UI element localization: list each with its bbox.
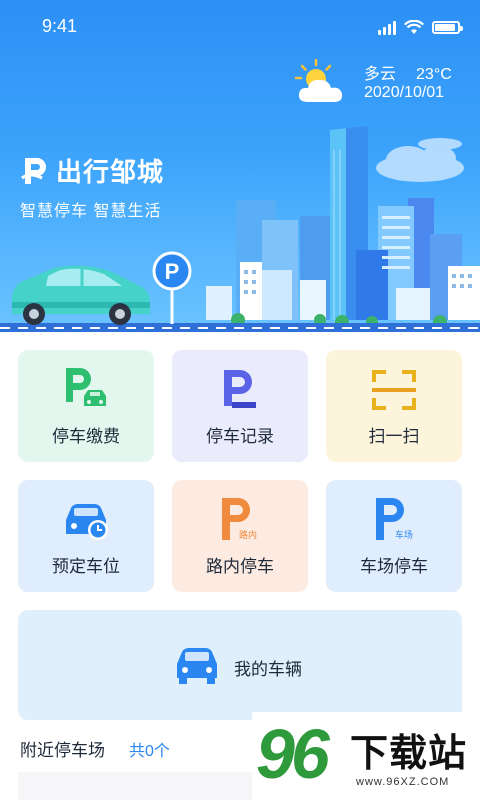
battery-icon — [432, 21, 463, 34]
my-vehicle-card[interactable]: 我的车辆 — [18, 610, 462, 720]
watermark-url: www.96XZ.COM — [356, 776, 450, 788]
street-parking-icon: 路内 — [222, 498, 257, 541]
reserve-spot-icon — [66, 504, 108, 540]
reserve-spot-label: 预定车位 — [52, 557, 120, 576]
status-bar: 9:41 — [0, 0, 480, 56]
parking-record-card[interactable]: 停车记录 — [172, 350, 308, 462]
lot-parking-card[interactable]: 车场 车场停车 — [326, 480, 462, 592]
parking-record-label: 停车记录 — [206, 427, 274, 446]
svg-text:P: P — [165, 259, 180, 284]
partly-cloudy-icon — [294, 58, 343, 102]
reserve-spot-card[interactable]: 预定车位 — [18, 480, 154, 592]
watermark-text: 下载站 — [350, 733, 468, 775]
parking-record-icon — [224, 370, 256, 408]
car-icon — [177, 648, 217, 684]
street-parking-card[interactable]: 路内 路内停车 — [172, 480, 308, 592]
signal-icon — [378, 20, 396, 35]
wifi-icon — [404, 20, 424, 34]
lot-parking-icon: 车场 — [376, 498, 413, 541]
lot-parking-label: 车场停车 — [360, 557, 428, 576]
parking-payment-label: 停车缴费 — [52, 427, 120, 446]
scan-card[interactable]: 扫一扫 — [326, 350, 462, 462]
parking-pay-icon — [66, 368, 106, 406]
status-time: 9:41 — [42, 16, 78, 36]
nearby-title: 附近停车场 — [20, 741, 105, 760]
svg-text:路内: 路内 — [239, 529, 257, 541]
site-watermark: 96 下载站 www.96XZ.COM — [252, 712, 480, 800]
svg-text:车场: 车场 — [395, 529, 413, 541]
my-vehicle-label: 我的车辆 — [234, 660, 302, 679]
parking-payment-card[interactable]: 停车缴费 — [18, 350, 154, 462]
weather-condition: 多云 — [364, 66, 397, 83]
weather-temperature: 23°C — [416, 66, 452, 83]
nearby-parking-header: 附近停车场 共0个 — [20, 736, 170, 761]
scan-label: 扫一扫 — [368, 427, 420, 446]
status-icons — [378, 20, 463, 35]
city-illustration: P — [0, 126, 480, 332]
header-banner: 9:41 多云 23°C 2020/10/01 出行邹城 智慧停车 智慧生活 P — [0, 0, 480, 332]
scan-icon — [372, 370, 416, 410]
street-parking-label: 路内停车 — [206, 557, 274, 576]
watermark-number: 96 — [256, 715, 330, 793]
weather-widget: 多云 23°C 2020/10/01 — [294, 56, 464, 116]
weather-date: 2020/10/01 — [364, 84, 445, 101]
nearby-count: 共0个 — [129, 742, 170, 760]
